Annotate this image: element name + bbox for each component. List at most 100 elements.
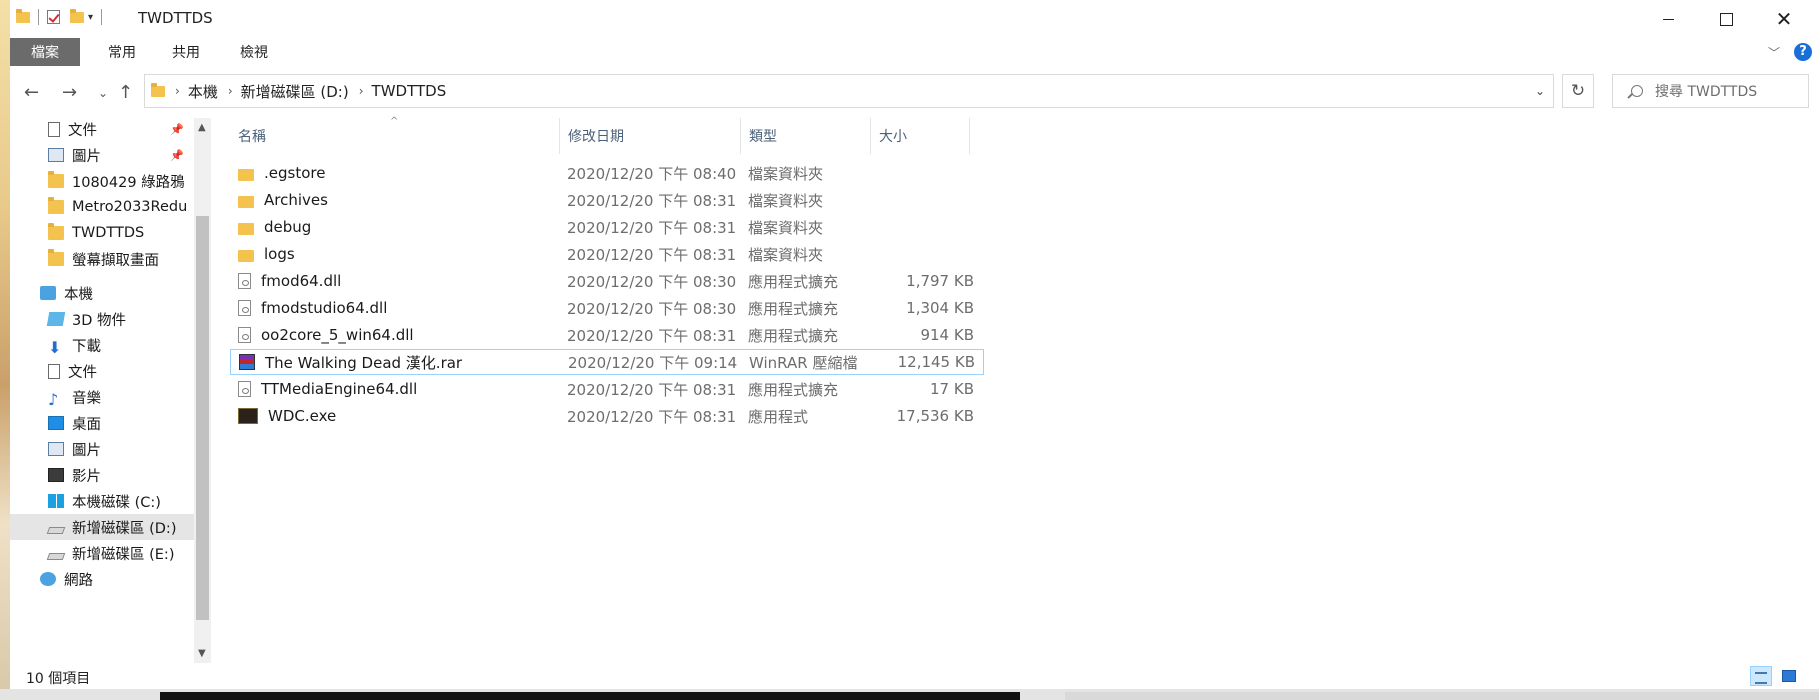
column-header-type[interactable]: 類型 bbox=[741, 118, 871, 154]
file-type: 檔案資料夾 bbox=[748, 218, 824, 237]
nav-item-desktop[interactable]: 桌面 bbox=[48, 410, 101, 436]
column-header-size[interactable]: 大小 bbox=[871, 118, 970, 154]
breadcrumb-this-pc[interactable]: 本機 bbox=[188, 81, 218, 102]
folder-icon bbox=[48, 249, 64, 266]
scroll-down-icon[interactable]: ▼ bbox=[198, 648, 206, 659]
nav-item-network[interactable]: 網路 bbox=[40, 566, 93, 592]
nav-item-pictures[interactable]: 圖片 bbox=[48, 436, 101, 462]
file-name: .egstore bbox=[264, 164, 326, 182]
breadcrumb-current-folder[interactable]: TWDTTDS bbox=[372, 82, 447, 100]
pin-icon[interactable]: 📌 bbox=[170, 149, 184, 162]
file-date: 2020/12/20 下午 08:31 bbox=[567, 326, 737, 345]
file-row[interactable]: .egstore 2020/12/20 下午 08:40 檔案資料夾 bbox=[230, 160, 984, 186]
address-bar[interactable]: › 本機 › 新增磁碟區 (D:) › TWDTTDS ⌄ bbox=[144, 74, 1554, 108]
nav-item-label: 1080429 綠路鴉 bbox=[72, 174, 185, 191]
minimize-button[interactable] bbox=[1639, 0, 1697, 38]
chevron-right-icon[interactable]: › bbox=[359, 84, 364, 98]
network-icon bbox=[40, 572, 56, 586]
nav-item-this-pc[interactable]: 本機 bbox=[40, 280, 93, 306]
breadcrumb: › 本機 › 新增磁碟區 (D:) › TWDTTDS bbox=[165, 81, 446, 102]
tab-home[interactable]: 常用 bbox=[88, 38, 156, 66]
nav-item-label: Metro2033Redu bbox=[72, 199, 188, 215]
file-type: WinRAR 壓縮檔 bbox=[749, 353, 858, 372]
folder-icon bbox=[48, 223, 64, 240]
folder-icon bbox=[238, 250, 254, 262]
tab-file[interactable]: 檔案 bbox=[10, 38, 80, 66]
drive-icon bbox=[46, 526, 66, 534]
nav-item-folder-screenshots[interactable]: 螢幕擷取畫面 bbox=[48, 246, 159, 272]
file-row[interactable]: fmod64.dll 2020/12/20 下午 08:30 應用程式擴充 1,… bbox=[230, 268, 984, 294]
back-arrow-icon[interactable]: ← bbox=[24, 82, 39, 103]
file-size: 12,145 KB bbox=[897, 353, 975, 371]
file-name: oo2core_5_win64.dll bbox=[261, 326, 414, 344]
nav-item-pictures-pinned[interactable]: 圖片 bbox=[48, 142, 101, 168]
file-name: logs bbox=[264, 245, 295, 263]
column-header-name[interactable]: 名稱 bbox=[230, 118, 560, 154]
file-size: 17,536 KB bbox=[896, 407, 974, 425]
windows-drive-icon bbox=[48, 494, 64, 508]
file-row[interactable]: Archives 2020/12/20 下午 08:31 檔案資料夾 bbox=[230, 187, 984, 213]
file-row[interactable]: logs 2020/12/20 下午 08:31 檔案資料夾 bbox=[230, 241, 984, 267]
properties-icon[interactable] bbox=[47, 10, 60, 24]
nav-item-drive-e[interactable]: 新增磁碟區 (E:) bbox=[46, 540, 174, 566]
file-row-selected[interactable]: The Walking Dead 漢化.rar 2020/12/20 下午 09… bbox=[230, 349, 984, 375]
dll-icon bbox=[238, 327, 251, 343]
maximize-button[interactable] bbox=[1697, 0, 1755, 38]
file-row[interactable]: TTMediaEngine64.dll 2020/12/20 下午 08:31 … bbox=[230, 376, 984, 402]
nav-item-folder-metro2033[interactable]: Metro2033Redu bbox=[48, 194, 187, 220]
expand-ribbon-icon[interactable]: ﹀ bbox=[1768, 44, 1780, 61]
tab-share[interactable]: 共用 bbox=[155, 38, 217, 66]
file-row[interactable]: oo2core_5_win64.dll 2020/12/20 下午 08:31 … bbox=[230, 322, 984, 348]
file-type: 檔案資料夾 bbox=[748, 191, 824, 210]
quick-access-toolbar: ▾ bbox=[16, 8, 106, 25]
nav-item-drive-c[interactable]: 本機磁碟 (C:) bbox=[48, 488, 161, 514]
pin-icon[interactable]: 📌 bbox=[170, 123, 184, 136]
help-icon[interactable]: ? bbox=[1794, 43, 1812, 61]
file-date: 2020/12/20 下午 08:31 bbox=[567, 407, 737, 426]
nav-item-music[interactable]: ♪ 音樂 bbox=[48, 384, 101, 410]
file-type: 應用程式擴充 bbox=[748, 326, 839, 345]
file-row[interactable]: WDC.exe 2020/12/20 下午 08:31 應用程式 17,536 … bbox=[230, 403, 984, 429]
refresh-button[interactable]: ↻ bbox=[1562, 74, 1594, 108]
tab-view[interactable]: 檢視 bbox=[220, 38, 288, 66]
scrollbar-thumb[interactable] bbox=[196, 216, 209, 620]
dll-icon bbox=[238, 300, 251, 316]
file-row[interactable]: fmodstudio64.dll 2020/12/20 下午 08:30 應用程… bbox=[230, 295, 984, 321]
scroll-up-icon[interactable]: ▲ bbox=[198, 122, 206, 133]
minimize-icon bbox=[1662, 18, 1674, 20]
nav-item-3d-objects[interactable]: 3D 物件 bbox=[46, 306, 126, 332]
nav-item-documents-pinned[interactable]: 文件 bbox=[48, 118, 97, 142]
background-window-edge bbox=[1065, 692, 1819, 700]
close-button[interactable]: ✕ bbox=[1755, 0, 1813, 38]
column-header-date[interactable]: 修改日期 bbox=[560, 118, 741, 154]
forward-arrow-icon[interactable]: → bbox=[62, 82, 77, 103]
file-type: 應用程式擴充 bbox=[748, 380, 839, 399]
recent-locations-icon[interactable]: ⌄ bbox=[98, 86, 108, 100]
search-box[interactable]: 搜尋 TWDTTDS bbox=[1612, 74, 1809, 108]
nav-item-folder-1080429[interactable]: 1080429 綠路鴉 bbox=[48, 168, 185, 194]
details-view-icon[interactable] bbox=[1750, 666, 1772, 686]
file-type: 檔案資料夾 bbox=[748, 164, 824, 183]
nav-item-downloads[interactable]: ⬇ 下載 bbox=[48, 332, 101, 358]
navigation-pane-scrollbar[interactable]: ▲ ▼ bbox=[194, 118, 211, 663]
up-arrow-icon[interactable]: ↑ bbox=[118, 82, 133, 103]
file-size: 1,304 KB bbox=[906, 299, 974, 317]
file-row[interactable]: debug 2020/12/20 下午 08:31 檔案資料夾 bbox=[230, 214, 984, 240]
drive-icon bbox=[46, 552, 66, 560]
status-bar: 10 個項目 bbox=[10, 664, 1814, 689]
address-history-chevron-icon[interactable]: ⌄ bbox=[1535, 84, 1545, 98]
nav-item-documents[interactable]: 文件 bbox=[48, 358, 97, 384]
large-icons-view-icon[interactable] bbox=[1778, 666, 1800, 686]
breadcrumb-drive-d[interactable]: 新增磁碟區 (D:) bbox=[241, 81, 349, 102]
nav-item-drive-d[interactable]: 新增磁碟區 (D:) bbox=[10, 514, 194, 540]
file-type: 應用程式擴充 bbox=[748, 272, 839, 291]
file-date: 2020/12/20 下午 08:31 bbox=[567, 245, 737, 264]
chevron-right-icon[interactable]: › bbox=[228, 84, 233, 98]
new-folder-icon[interactable] bbox=[70, 8, 84, 23]
nav-item-label: 圖片 bbox=[72, 148, 101, 165]
customize-toolbar-icon[interactable]: ▾ bbox=[88, 12, 93, 23]
nav-item-folder-twdttds[interactable]: TWDTTDS bbox=[48, 220, 144, 246]
chevron-right-icon[interactable]: › bbox=[175, 84, 180, 98]
maximize-icon bbox=[1719, 12, 1733, 26]
nav-item-videos[interactable]: 影片 bbox=[48, 462, 101, 488]
